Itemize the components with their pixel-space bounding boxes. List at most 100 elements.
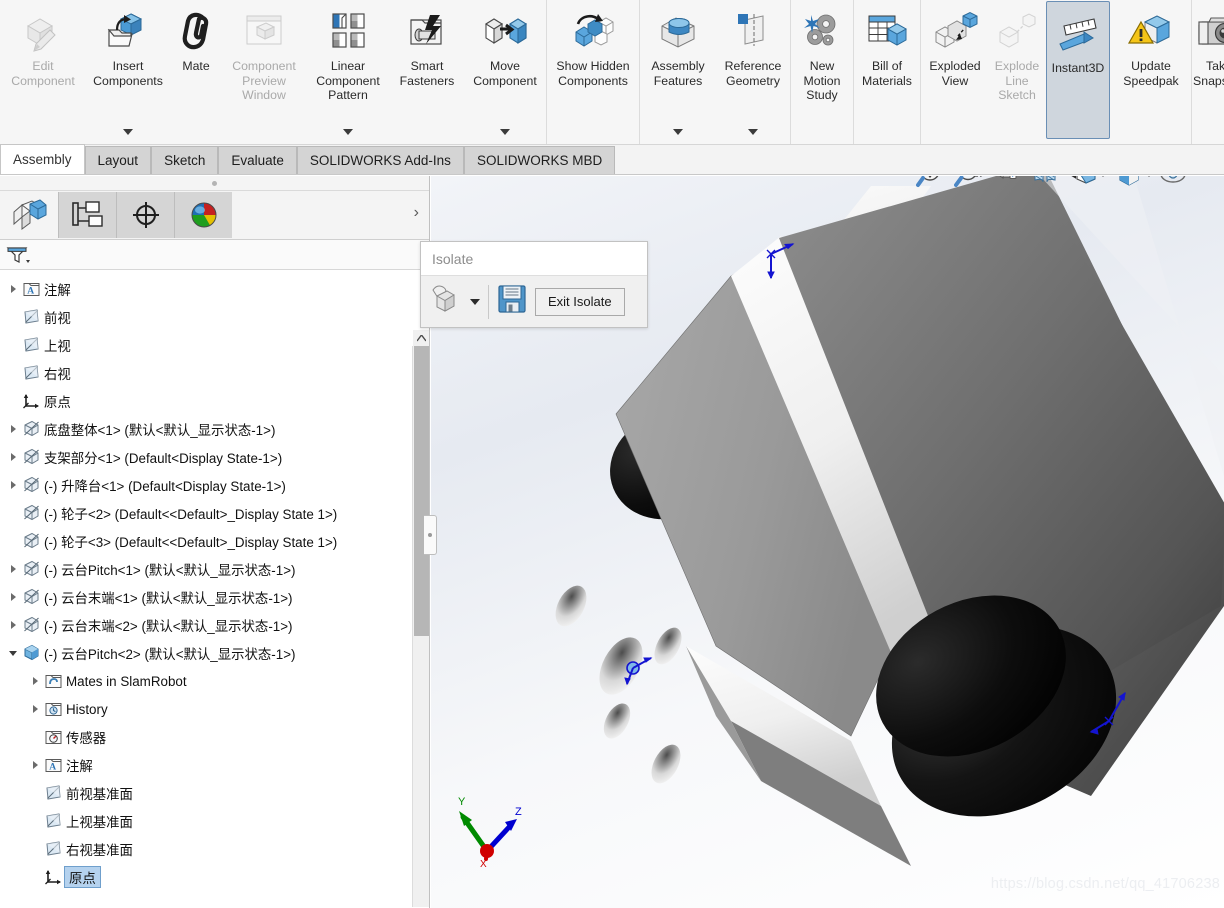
tab-sketch[interactable]: Sketch <box>151 146 218 174</box>
feature-manager-panel: › A注解前视上视右视原点底盘整体<1> (默认<默认_显示状态-1>)支架部分… <box>0 176 430 908</box>
linear-component-pattern-icon <box>325 5 371 59</box>
ribbon-button-assembly-features[interactable]: Assembly Features <box>640 0 716 144</box>
chevron-down-icon[interactable] <box>1099 176 1107 177</box>
chevron-right-icon[interactable] <box>28 695 42 723</box>
model-holes <box>549 580 687 788</box>
display-style-icon[interactable] <box>1111 176 1147 193</box>
ribbon-button-insert-components[interactable]: Insert Components <box>86 0 170 144</box>
tree-item[interactable]: 右视基准面 <box>0 835 429 863</box>
tree-item-icon <box>20 588 42 607</box>
panel-tab-property-manager[interactable] <box>58 192 116 238</box>
chevron-down-icon[interactable] <box>343 129 353 135</box>
ribbon-button-instant3d[interactable]: Instant3D <box>1046 1 1110 139</box>
tree-item[interactable]: A注解 <box>0 275 429 303</box>
tree-item[interactable]: (-) 轮子<3> (Default<<Default>_Display Sta… <box>0 527 429 555</box>
coordinate-triad: Y Z X <box>449 789 533 872</box>
tree-item[interactable]: 原点 <box>0 863 429 891</box>
panel-tab-display-manager[interactable] <box>174 192 232 238</box>
tree-vertical-scrollbar[interactable] <box>412 346 429 907</box>
chevron-right-icon[interactable] <box>6 443 20 471</box>
tree-item[interactable]: 右视 <box>0 359 429 387</box>
tab-layout[interactable]: Layout <box>85 146 152 174</box>
tree-item[interactable]: (-) 云台末端<2> (默认<默认_显示状态-1>) <box>0 611 429 639</box>
panel-drag-handle[interactable] <box>0 176 429 191</box>
ribbon-button-take-snapshot[interactable]: Take Snapshot <box>1192 0 1224 144</box>
tab-label: SOLIDWORKS MBD <box>477 153 602 168</box>
panel-expand-arrow[interactable]: › <box>414 204 419 222</box>
chevron-down-icon[interactable] <box>748 129 758 135</box>
tree-item[interactable]: (-) 轮子<2> (Default<<Default>_Display Sta… <box>0 499 429 527</box>
chevron-down-icon[interactable] <box>500 129 510 135</box>
insert-components-icon <box>105 5 151 59</box>
filter-funnel-icon <box>6 245 32 265</box>
chevron-right-icon[interactable] <box>28 667 42 695</box>
feature-tree-filter-bar[interactable] <box>0 240 429 270</box>
save-floppy-icon[interactable] <box>497 284 527 319</box>
tab-evaluate[interactable]: Evaluate <box>218 146 297 174</box>
chevron-down-icon[interactable] <box>673 129 683 135</box>
tree-item[interactable]: Mates in SlamRobot <box>0 667 429 695</box>
chevron-right-icon[interactable] <box>6 415 20 443</box>
ribbon-button-exploded-view[interactable]: Exploded View <box>921 0 989 144</box>
ribbon-button-edit-component[interactable]: Edit Component <box>0 0 86 144</box>
isolate-transparency-icon[interactable] <box>427 282 467 321</box>
tree-item[interactable]: 前视 <box>0 303 429 331</box>
zoom-to-fit-icon[interactable] <box>913 176 949 193</box>
tree-item[interactable]: 传感器 <box>0 723 429 751</box>
chevron-right-icon[interactable] <box>6 583 20 611</box>
tree-item[interactable]: (-) 云台Pitch<2> (默认<默认_显示状态-1>) <box>0 639 429 667</box>
chevron-down-icon[interactable] <box>6 639 20 667</box>
tree-item[interactable]: (-) 云台末端<1> (默认<默认_显示状态-1>) <box>0 583 429 611</box>
tree-item[interactable]: 原点 <box>0 387 429 415</box>
ribbon-button-update-speedpak[interactable]: Update Speedpak <box>1111 0 1191 144</box>
panel-splitter-handle[interactable] <box>424 515 437 555</box>
tree-item[interactable]: 上视基准面 <box>0 807 429 835</box>
panel-tab-feature-manager[interactable] <box>0 192 58 238</box>
tree-item[interactable]: A注解 <box>0 751 429 779</box>
scrollbar-thumb[interactable] <box>414 346 429 636</box>
tab-assembly[interactable]: Assembly <box>0 144 85 174</box>
ribbon-button-linear-component-pattern[interactable]: Linear Component Pattern <box>306 0 390 144</box>
chevron-right-icon[interactable] <box>28 751 42 779</box>
tree-item[interactable]: History <box>0 695 429 723</box>
tree-item-icon <box>20 420 42 439</box>
exit-isolate-button[interactable]: Exit Isolate <box>535 288 625 316</box>
tree-item-label: 上视基准面 <box>64 811 133 831</box>
scroll-up-arrow-icon[interactable] <box>413 330 429 346</box>
zoom-to-area-icon[interactable] <box>951 176 987 193</box>
feature-manager-design-tree[interactable]: A注解前视上视右视原点底盘整体<1> (默认<默认_显示状态-1>)支架部分<1… <box>0 270 429 907</box>
tree-item[interactable]: (-) 云台Pitch<1> (默认<默认_显示状态-1>) <box>0 555 429 583</box>
section-view-icon[interactable] <box>1027 176 1063 193</box>
tree-item-icon <box>20 644 42 663</box>
tree-item[interactable]: (-) 升降台<1> (Default<Display State-1>) <box>0 471 429 499</box>
tree-item[interactable]: 上视 <box>0 331 429 359</box>
tab-solidworks-add-ins[interactable]: SOLIDWORKS Add-Ins <box>297 146 464 174</box>
chevron-down-icon[interactable] <box>1145 176 1153 177</box>
tree-item[interactable]: 前视基准面 <box>0 779 429 807</box>
chevron-right-icon[interactable] <box>6 275 20 303</box>
hide-show-items-icon[interactable] <box>1157 176 1193 193</box>
tree-item-label: 注解 <box>42 279 71 299</box>
ribbon-button-smart-fasteners[interactable]: Smart Fasteners <box>390 0 464 144</box>
plane-icon <box>22 364 41 383</box>
ribbon-button-explode-line-sketch[interactable]: Explode Line Sketch <box>989 0 1045 144</box>
panel-tab-configuration-manager[interactable] <box>116 192 174 238</box>
chevron-right-icon[interactable] <box>6 471 20 499</box>
chevron-down-icon[interactable] <box>470 299 480 305</box>
ribbon-button-show-hidden-components[interactable]: Show Hidden Components <box>547 0 639 144</box>
view-orientation-icon[interactable] <box>1065 176 1101 193</box>
ribbon-button-component-preview-window[interactable]: Component Preview Window <box>222 0 306 144</box>
tab-solidworks-mbd[interactable]: SOLIDWORKS MBD <box>464 146 615 174</box>
ribbon-button-mate[interactable]: Mate <box>170 0 222 144</box>
tree-item[interactable]: 支架部分<1> (Default<Display State-1>) <box>0 443 429 471</box>
ribbon-button-bill-of-materials[interactable]: Bill of Materials <box>854 0 920 144</box>
chevron-right-icon[interactable] <box>6 611 20 639</box>
ribbon-button-reference-geometry[interactable]: Reference Geometry <box>716 0 790 144</box>
tree-item[interactable]: 底盘整体<1> (默认<默认_显示状态-1>) <box>0 415 429 443</box>
ribbon-button-move-component[interactable]: Move Component <box>464 0 546 144</box>
chevron-down-icon[interactable] <box>123 129 133 135</box>
ribbon-button-new-motion-study[interactable]: New Motion Study <box>791 0 853 144</box>
previous-view-icon[interactable] <box>989 176 1025 193</box>
tree-item-label: Mates in SlamRobot <box>64 674 187 689</box>
chevron-right-icon[interactable] <box>6 555 20 583</box>
